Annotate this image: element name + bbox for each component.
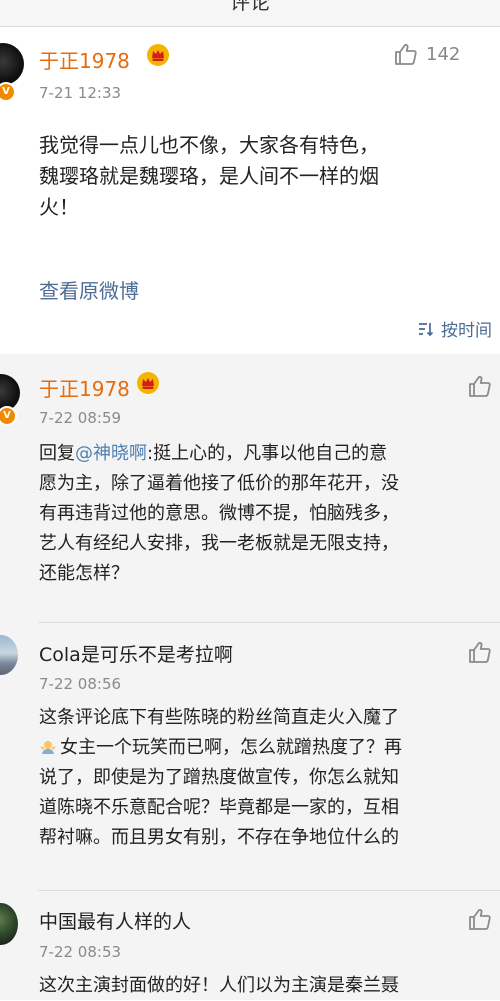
thumb-up-icon [469, 375, 491, 397]
thumb-up-icon [469, 908, 491, 930]
reply-2-time: 7-22 08:56 [39, 675, 122, 693]
reply-3-time: 7-22 08:53 [39, 943, 122, 961]
sort-label: 按时间 [441, 321, 492, 341]
divider [38, 890, 500, 891]
reply-1-line-1-rest: :挺上心的，凡事以他自己的意 [147, 443, 388, 464]
main-like-count: 142 [426, 43, 461, 65]
reply-1-line-4: 艺人有经纪人安排，我一老板就是无限支持， [39, 533, 399, 554]
divider [38, 622, 500, 623]
thumb-up-icon [395, 43, 417, 65]
avatar[interactable] [0, 903, 18, 945]
reply-1-line-1: 回复@神晓啊:挺上心的，凡事以他自己的意 [39, 439, 489, 469]
main-comment-text: 我觉得一点儿也不像，大家各有特色， 魏璎珞就是魏璎珞，是人间不一样的烟 火！ [39, 130, 489, 223]
reply-3-like-button[interactable] [468, 907, 492, 931]
main-comment-user[interactable]: 于正1978 [39, 45, 130, 74]
avatar[interactable] [0, 635, 18, 675]
main-comment: V 于正1978 7-21 12:33 142 我觉得一点儿也不像，大家各有特色… [0, 27, 500, 354]
reply-1-line-2: 愿为主，除了逼着他接了低价的那年花开，没 [39, 473, 399, 494]
reply-2-line-2: 女主一个玩笑而已啊，怎么就蹭热度了？再 [39, 733, 489, 763]
reply-1-user[interactable]: 于正1978 [39, 373, 130, 402]
main-comment-line-1: 我觉得一点儿也不像，大家各有特色， [39, 133, 379, 157]
reply-1-line-3: 有再违背过他的意思。微博不提，怕脑残多， [39, 503, 399, 524]
shrug-emoji-icon [40, 741, 56, 754]
page-title: 评论 [230, 0, 270, 14]
main-comment-line-2: 魏璎珞就是魏璎珞，是人间不一样的烟 [39, 164, 379, 188]
reply-2-line-4: 道陈晓不乐意配合呢？毕竟都是一家的，互相 [39, 797, 399, 818]
reply-2-line-2-text: 女主一个玩笑而已啊，怎么就蹭热度了？再 [60, 737, 402, 758]
reply-prefix: 回复 [39, 443, 75, 464]
thumb-up-icon [469, 641, 491, 663]
reply-1-time: 7-22 08:59 [39, 409, 122, 427]
sort-icon [419, 322, 434, 336]
main-comment-time: 7-21 12:33 [39, 84, 122, 102]
verify-badge-icon: V [0, 82, 16, 102]
avatar[interactable] [0, 43, 24, 85]
reply-2-like-button[interactable] [468, 640, 492, 664]
main-like-button[interactable]: 142 [394, 42, 460, 66]
reply-1-line-5: 还能怎样？ [39, 563, 129, 584]
reply-3-text: 这次主演封面做的好！人们以为主演是秦兰聂 [39, 971, 489, 1001]
reply-1-text: 回复@神晓啊:挺上心的，凡事以他自己的意 愿为主，除了逼着他接了低价的那年花开，… [39, 439, 489, 589]
main-comment-line-3: 火！ [39, 195, 79, 219]
mention-link[interactable]: @神晓啊 [75, 443, 147, 464]
crown-icon [147, 44, 169, 66]
reply-3-user[interactable]: 中国最有人样的人 [39, 907, 191, 934]
view-original-link[interactable]: 查看原微博 [39, 275, 139, 304]
reply-3-line-1: 这次主演封面做的好！人们以为主演是秦兰聂 [39, 975, 399, 996]
reply-2-text: 这条评论底下有些陈晓的粉丝简直走火入魔了 女主一个玩笑而已啊，怎么就蹭热度了？再… [39, 703, 489, 853]
reply-1-like-button[interactable] [468, 374, 492, 398]
crown-icon [137, 372, 159, 394]
sort-toggle[interactable]: 按时间 [417, 316, 492, 341]
reply-2-user[interactable]: Cola是可乐不是考拉啊 [39, 640, 233, 667]
reply-thread: V 于正1978 7-22 08:59 回复@神晓啊:挺上心的，凡事以他自己的意… [0, 354, 500, 1000]
reply-2-line-1: 这条评论底下有些陈晓的粉丝简直走火入魔了 [39, 707, 399, 728]
reply-2-line-5: 帮衬嘛。而且男女有别，不存在争地位什么的 [39, 827, 399, 848]
reply-2-line-3: 说了，即使是为了蹭热度做宣传，你怎么就知 [39, 767, 399, 788]
top-strip: 评论 [0, 0, 500, 27]
verify-badge-icon: V [0, 406, 17, 426]
